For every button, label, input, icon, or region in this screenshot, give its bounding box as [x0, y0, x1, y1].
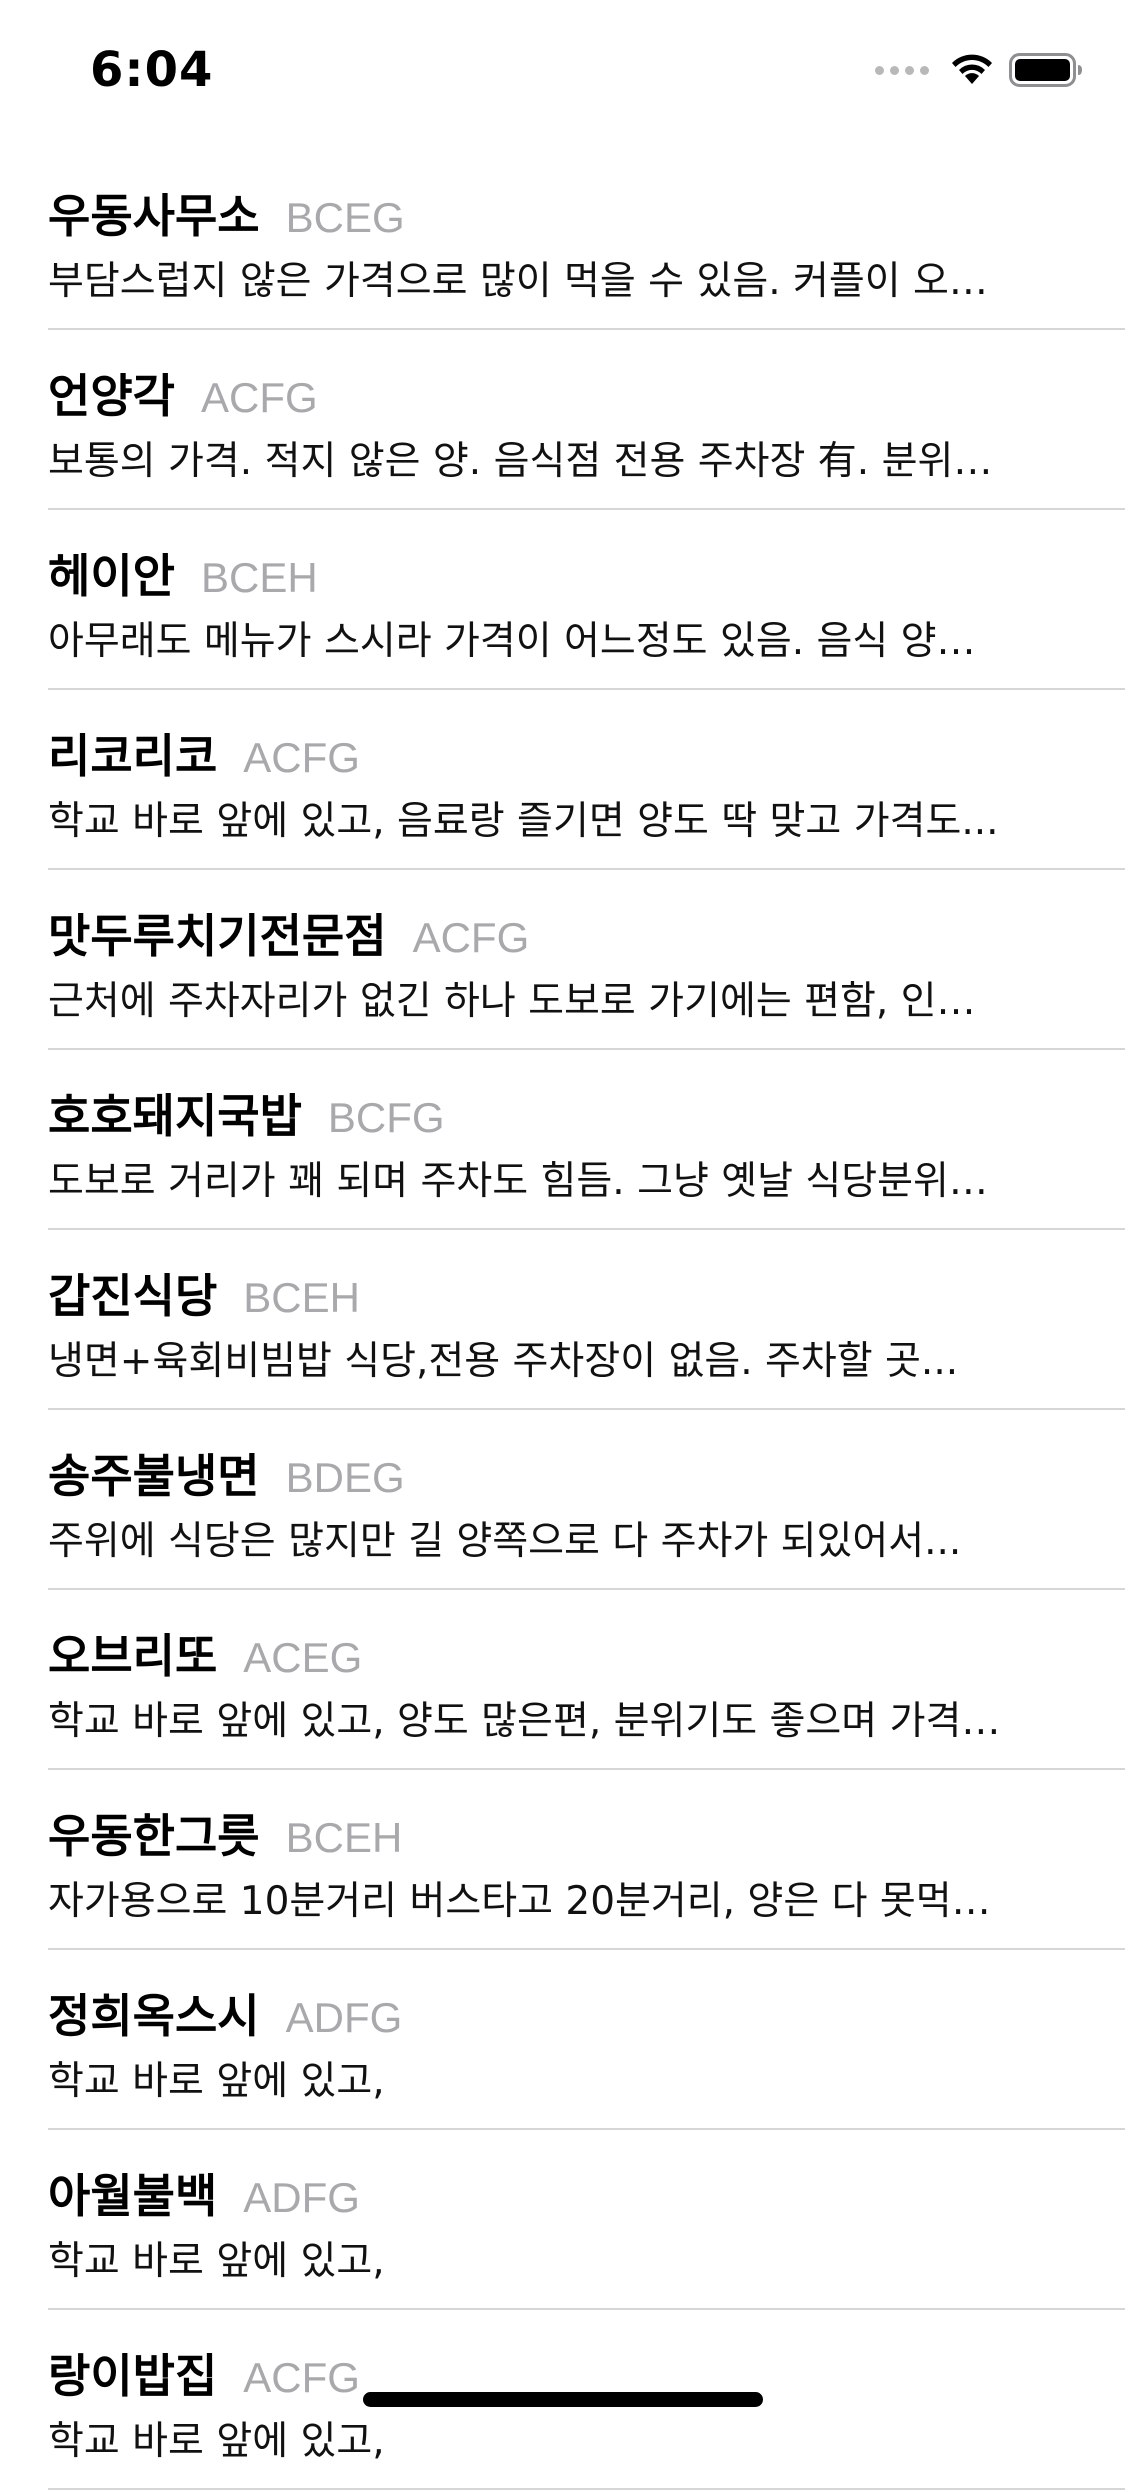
restaurant-code: BCEH	[285, 1814, 403, 1861]
restaurant-name: 리코리코	[48, 729, 218, 783]
home-indicator[interactable]	[363, 2392, 763, 2407]
restaurant-name: 우동사무소	[48, 189, 260, 243]
list-item-title-line: 랑이밥집 ACFG	[48, 2340, 360, 2403]
restaurant-code: BCEG	[285, 194, 405, 241]
restaurant-name: 헤이안	[48, 549, 175, 603]
restaurant-description: 주위에 식당은 많지만 길 양쪽으로 다 주차가 되있어서...	[48, 1519, 962, 1564]
list-item-title-line: 아월불백 ADFG	[48, 2160, 360, 2223]
restaurant-name: 아월불백	[48, 2169, 218, 2223]
status-icons	[875, 48, 1083, 92]
list-item[interactable]: 맛두루치기전문점 ACFG 근처에 주차자리가 없긴 하나 도보로 가기에는 편함,…	[0, 870, 1125, 1050]
signal-dots-icon	[875, 65, 929, 75]
status-time: 6:04	[90, 42, 214, 98]
list-item-title-line: 갑진식당 BCEH	[48, 1260, 360, 1323]
list-item-title-line: 호호돼지국밥 BCFG	[48, 1080, 445, 1143]
restaurant-name: 맛두루치기전문점	[48, 909, 387, 963]
restaurant-description: 냉면+육회비빔밥 식당,전용 주차장이 없음. 주차할 곳...	[48, 1339, 959, 1384]
wifi-icon	[952, 54, 992, 84]
restaurant-code: ADFG	[243, 2174, 360, 2221]
restaurant-code: BDEG	[285, 1454, 405, 1501]
list-item[interactable]: 우동사무소 BCEG 부담스럽지 않은 가격으로 많이 먹을 수 있음. 커플이 오…	[0, 150, 1125, 330]
restaurant-description: 근처에 주차자리가 없긴 하나 도보로 가기에는 편함, 인…	[48, 979, 976, 1024]
restaurant-code: ACFG	[243, 2354, 360, 2401]
list-item[interactable]: 헤이안 BCEH 아무래도 메뉴가 스시라 가격이 어느정도 있음. 음식 양…	[0, 510, 1125, 690]
restaurant-description: 보통의 가격. 적지 않은 양. 음식점 전용 주차장 有. 분위…	[48, 439, 993, 484]
list-item-title-line: 우동사무소 BCEG	[48, 180, 405, 243]
list-item[interactable]: 호호돼지국밥 BCFG 도보로 거리가 꽤 되며 주차도 힘듬. 그냥 옛날 식당분…	[0, 1050, 1125, 1230]
restaurant-code: ADFG	[285, 1994, 403, 2041]
list-item[interactable]: 갑진식당 BCEH 냉면+육회비빔밥 식당,전용 주차장이 없음. 주차할 곳...	[0, 1230, 1125, 1410]
restaurant-description: 부담스럽지 않은 가격으로 많이 먹을 수 있음. 커플이 오…	[48, 259, 988, 304]
restaurant-code: ACFG	[243, 734, 360, 781]
restaurant-code: ACFG	[200, 374, 318, 421]
restaurant-code: BCEH	[243, 1274, 360, 1321]
restaurant-name: 랑이밥집	[48, 2349, 218, 2403]
restaurant-name: 갑진식당	[48, 1269, 218, 1323]
list-item-title-line: 오브리또 ACEG	[48, 1620, 363, 1683]
restaurant-name: 정희옥스시	[48, 1989, 260, 2043]
list-item[interactable]: 정희옥스시 ADFG 학교 바로 앞에 있고,	[0, 1950, 1125, 2130]
list-item[interactable]: 리코리코 ACFG 학교 바로 앞에 있고, 음료랑 즐기면 양도 딱 맞고 가격도…	[0, 690, 1125, 870]
list-item[interactable]: 송주불냉면 BDEG 주위에 식당은 많지만 길 양쪽으로 다 주차가 되있어서..…	[0, 1410, 1125, 1590]
list-item-title-line: 리코리코 ACFG	[48, 720, 360, 783]
list-item-title-line: 정희옥스시 ADFG	[48, 1980, 403, 2043]
status-bar: 6:04	[0, 0, 1125, 132]
restaurant-description: 자가용으로 10분거리 버스타고 20분거리, 양은 다 못먹…	[48, 1879, 991, 1924]
list-item-title-line: 송주불냉면 BDEG	[48, 1440, 405, 1503]
list-item[interactable]: 오브리또 ACEG 학교 바로 앞에 있고, 양도 많은편, 분위기도 좋으며 가격…	[0, 1590, 1125, 1770]
list-item-title-line: 언양각 ACFG	[48, 360, 318, 423]
restaurant-name: 송주불냉면	[48, 1449, 260, 1503]
list-item[interactable]: 아월불백 ADFG 학교 바로 앞에 있고,	[0, 2130, 1125, 2310]
restaurant-name: 호호돼지국밥	[48, 1089, 302, 1143]
restaurant-description: 학교 바로 앞에 있고,	[48, 2239, 385, 2284]
list-item[interactable]: 언양각 ACFG 보통의 가격. 적지 않은 양. 음식점 전용 주차장 有. 분위…	[0, 330, 1125, 510]
restaurant-name: 오브리또	[48, 1629, 218, 1683]
restaurant-description: 학교 바로 앞에 있고,	[48, 2419, 385, 2464]
list-item-title-line: 헤이안 BCEH	[48, 540, 318, 603]
restaurant-name: 언양각	[48, 369, 175, 423]
restaurant-code: BCFG	[327, 1094, 445, 1141]
restaurant-code: BCEH	[200, 554, 318, 601]
battery-icon	[1009, 53, 1082, 87]
restaurant-description: 학교 바로 앞에 있고, 음료랑 즐기면 양도 딱 맞고 가격도...	[48, 799, 999, 844]
list-item-title-line: 맛두루치기전문점 ACFG	[48, 900, 530, 963]
restaurant-description: 아무래도 메뉴가 스시라 가격이 어느정도 있음. 음식 양…	[48, 619, 976, 664]
restaurant-description: 학교 바로 앞에 있고, 양도 많은편, 분위기도 좋으며 가격…	[48, 1699, 1001, 1744]
restaurant-list: 우동사무소 BCEG 부담스럽지 않은 가격으로 많이 먹을 수 있음. 커플이 오…	[0, 150, 1125, 2490]
list-item-title-line: 우동한그릇 BCEH	[48, 1800, 403, 1863]
restaurant-code: ACEG	[243, 1634, 363, 1681]
restaurant-name: 우동한그릇	[48, 1809, 260, 1863]
list-item[interactable]: 우동한그릇 BCEH 자가용으로 10분거리 버스타고 20분거리, 양은 다 못먹…	[0, 1770, 1125, 1950]
restaurant-code: ACFG	[412, 914, 530, 961]
restaurant-description: 학교 바로 앞에 있고,	[48, 2059, 385, 2104]
restaurant-description: 도보로 거리가 꽤 되며 주차도 힘듬. 그냥 옛날 식당분위…	[48, 1159, 988, 1204]
